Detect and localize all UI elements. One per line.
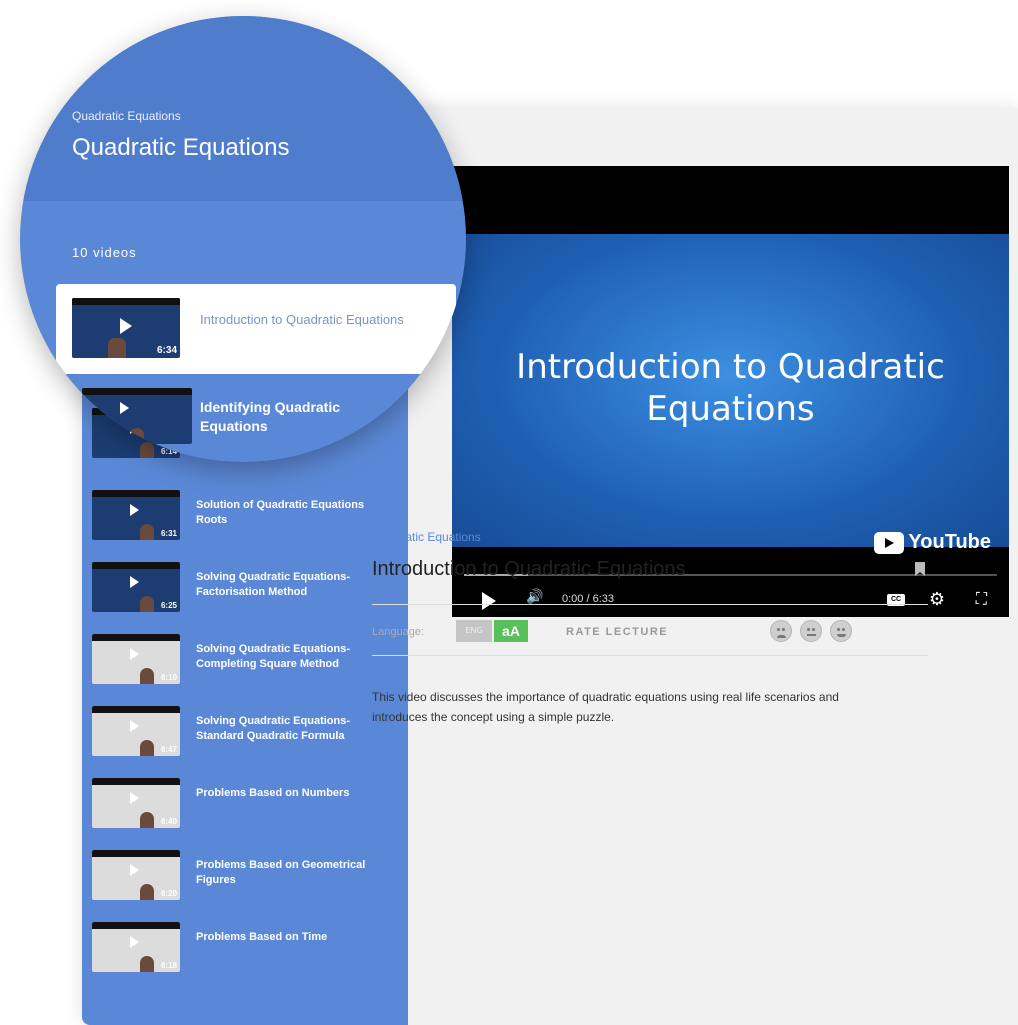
play-icon	[120, 318, 132, 334]
play-icon	[130, 648, 139, 660]
video-duration: 6:34	[156, 345, 177, 356]
video-title: Identifying Quadratic Equations	[200, 399, 341, 434]
play-icon	[130, 504, 139, 516]
play-icon	[120, 402, 129, 414]
video-title: Solving Quadratic Equations- Standard Qu…	[196, 715, 351, 742]
lecture-description: This video discusses the importance of q…	[372, 690, 839, 724]
video-thumbnail: 6:34	[72, 298, 180, 358]
sad-face-icon[interactable]	[770, 620, 792, 642]
youtube-brand-text: YouTube	[908, 531, 991, 553]
lecture-breadcrumb[interactable]: Quadratic Equations	[372, 530, 481, 544]
video-duration: 6:47	[160, 745, 177, 754]
video-list-item[interactable]: 6:20 Problems Based on Geometrical Figure…	[92, 850, 402, 910]
gear-icon[interactable]: ⚙	[929, 589, 945, 610]
divider	[372, 604, 928, 605]
volume-icon[interactable]: 🔊	[526, 588, 543, 605]
player-controls: 🔊 0:00 / 6:33 CC ⚙ ⛶	[452, 584, 1009, 614]
video-duration: 6:20	[160, 889, 177, 898]
video-duration: 6:18	[160, 961, 177, 970]
neutral-face-icon[interactable]	[800, 620, 822, 642]
video-title: Solving Quadratic Equations- Completing …	[196, 643, 351, 670]
language-toggle-on[interactable]: aA	[494, 620, 528, 642]
lecture-title: Introduction to Quadratic Equations	[372, 558, 686, 580]
language-label: Language:	[372, 626, 424, 638]
video-duration: 6:25	[160, 601, 177, 610]
language-toggle-off[interactable]: ENG	[456, 620, 492, 642]
video-list-item[interactable]: 6:10 Solving Quadratic Equations- Complet…	[92, 634, 402, 694]
video-list-item[interactable]: 6:40 Problems Based on Numbers	[92, 778, 402, 838]
video-thumbnail: 6:10	[92, 634, 180, 684]
play-icon[interactable]	[482, 592, 496, 610]
magnifier-overlay: Quadratic Equations Quadratic Equations …	[20, 16, 466, 462]
video-player[interactable]: Introduction to Quadratic Equations YouT…	[452, 166, 1009, 617]
video-title: Problems Based on Time	[196, 931, 328, 943]
slide-title: Introduction to Quadratic Equations	[516, 347, 945, 429]
video-thumbnail: 6:47	[92, 706, 180, 756]
youtube-logo[interactable]: YouTube	[874, 531, 991, 554]
video-thumbnail: 6:40	[92, 778, 180, 828]
youtube-icon	[874, 531, 905, 554]
fullscreen-icon[interactable]: ⛶	[976, 591, 987, 609]
rate-lecture-label: RATE LECTURE	[566, 626, 669, 638]
play-icon	[130, 576, 139, 588]
video-duration: 6:40	[160, 817, 177, 826]
video-thumbnail: 6:25	[92, 562, 180, 612]
divider	[372, 655, 928, 656]
play-icon	[130, 936, 139, 948]
video-thumbnail: 6:31	[92, 490, 180, 540]
video-count: 10 videos	[72, 245, 137, 260]
active-video-title: Introduction to Quadratic Equations	[200, 312, 404, 327]
video-title: Solution of Quadratic Equations Roots	[196, 499, 365, 526]
play-icon	[130, 792, 139, 804]
course-title: Quadratic Equations	[72, 134, 290, 161]
play-icon	[130, 864, 139, 876]
video-title: Solving Quadratic Equations- Factorisati…	[196, 571, 351, 598]
video-list-item[interactable]: 6:47 Solving Quadratic Equations- Standar…	[92, 706, 402, 766]
video-thumbnail: 6:20	[92, 850, 180, 900]
happy-face-icon[interactable]	[830, 620, 852, 642]
video-thumbnail	[82, 388, 192, 444]
video-thumbnail: 6:18	[92, 922, 180, 972]
video-title: Problems Based on Geometrical Figures	[196, 859, 366, 886]
video-list-item[interactable]: 6:31 Solution of Quadratic Equations Root…	[92, 490, 402, 550]
active-video-item[interactable]: 6:34 Introduction to Quadratic Equations	[56, 284, 456, 374]
course-breadcrumb[interactable]: Quadratic Equations	[72, 109, 181, 123]
video-title: Problems Based on Numbers	[196, 787, 350, 799]
video-duration: 6:10	[160, 673, 177, 682]
video-item-magnified[interactable]: Identifying Quadratic Equations	[82, 388, 462, 448]
video-list-item[interactable]: 6:18 Problems Based on Time	[92, 922, 402, 982]
video-list-item[interactable]: 6:25 Solving Quadratic Equations- Factori…	[92, 562, 402, 622]
video-frame[interactable]: Introduction to Quadratic Equations YouT…	[452, 234, 1009, 554]
play-icon	[130, 720, 139, 732]
video-duration: 6:31	[160, 529, 177, 538]
